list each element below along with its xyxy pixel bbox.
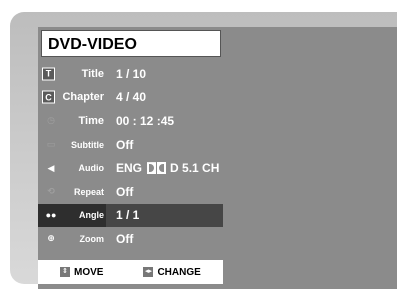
- menu-item-audio[interactable]: ◀ Audio ENG D 5.1 CH: [38, 156, 223, 180]
- menu-item-label: Repeat: [73, 186, 104, 197]
- up-down-arrow-icon: ⇕: [60, 267, 70, 277]
- title-value: 1 / 10: [116, 66, 147, 81]
- audio-icon: ◀: [47, 162, 55, 173]
- angle-icon: ●●: [45, 210, 57, 221]
- menu-item-repeat[interactable]: ⟲ Repeat Off: [38, 180, 223, 204]
- repeat-icon: ⟲: [47, 186, 55, 197]
- menu-item-label: Subtitle: [71, 139, 104, 150]
- zoom-value: Off: [116, 231, 134, 246]
- audio-format: D 5.1 CH: [170, 161, 220, 176]
- dvd-info-panel: DVD-VIDEO T Title 1 / 10 C Chapter 4 / 4…: [38, 27, 397, 289]
- menu-item-angle[interactable]: ●● Angle 1 / 1: [38, 203, 223, 228]
- menu-item-label: Time: [78, 114, 104, 127]
- menu-item-subtitle[interactable]: ▭ Subtitle Off: [38, 133, 223, 157]
- time-icon: ◷: [47, 115, 55, 126]
- audio-language: ENG: [116, 161, 143, 176]
- panel-title: DVD-VIDEO: [41, 30, 221, 57]
- audio-value: ENG D 5.1 CH: [106, 161, 219, 175]
- menu-item-label: Zoom: [79, 233, 105, 244]
- angle-value: 1 / 1: [116, 208, 140, 223]
- menu-item-zoom[interactable]: ⊕ Zoom Off: [38, 227, 223, 251]
- menu-item-chapter[interactable]: C Chapter 4 / 40: [38, 86, 223, 110]
- menu-item-label: Angle: [78, 210, 104, 221]
- change-hint: ◂▸ CHANGE: [143, 266, 201, 278]
- menu-item-time[interactable]: ◷ Time 00 : 12 :45: [38, 109, 223, 133]
- key-guide: ⇕ MOVE ◂▸ CHANGE: [38, 260, 223, 284]
- menu-item-title[interactable]: T Title 1 / 10: [38, 62, 223, 86]
- zoom-icon: ⊕: [47, 233, 55, 244]
- chapter-icon: C: [42, 90, 55, 104]
- dolby-digital-icon: [147, 162, 167, 175]
- menu-item-label: Chapter: [62, 91, 104, 104]
- title-icon: T: [42, 67, 55, 81]
- info-menu: T Title 1 / 10 C Chapter 4 / 40 ◷ Time 0…: [38, 62, 223, 251]
- time-value: 00 : 12 :45: [116, 113, 175, 128]
- chapter-value: 4 / 40: [116, 90, 147, 105]
- change-label: CHANGE: [157, 266, 201, 278]
- left-right-arrow-icon: ◂▸: [143, 267, 154, 277]
- move-label: MOVE: [74, 266, 104, 278]
- menu-item-label: Audio: [78, 163, 105, 174]
- subtitle-value: Off: [116, 137, 134, 152]
- menu-item-label: Title: [81, 67, 104, 80]
- move-hint: ⇕ MOVE: [60, 267, 103, 278]
- repeat-value: Off: [116, 184, 134, 199]
- subtitle-icon: ▭: [46, 139, 56, 150]
